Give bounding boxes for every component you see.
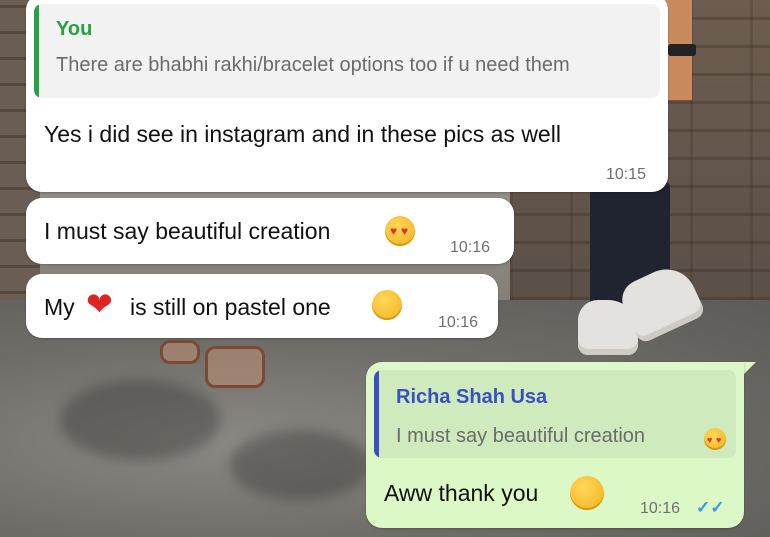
heart-eyes-emoji-icon: ♥ ♥: [704, 428, 726, 450]
quote-bar: [34, 4, 39, 98]
ground-stain: [230, 430, 370, 500]
heart-eyes-emoji-icon: ♥ ♥: [385, 216, 415, 246]
message-text: Yes i did see in instagram and in these …: [44, 121, 561, 147]
quote-bar: [374, 370, 379, 458]
message-time: 10:16: [438, 314, 479, 331]
message-time: 10:16: [640, 500, 681, 517]
reply-quote[interactable]: Richa Shah Usa I must say beautiful crea…: [374, 370, 736, 458]
sandal: [160, 340, 200, 364]
red-heart-icon: ❤: [86, 286, 113, 322]
smiling-emoji-icon: [570, 476, 604, 510]
ground-stain: [60, 380, 220, 460]
shy-emoji-icon: [372, 290, 402, 320]
sandal: [205, 346, 265, 388]
bubble-tail: [742, 362, 756, 376]
message-time: 10:15: [606, 166, 647, 183]
message-bubble[interactable]: You There are bhabhi rakhi/bracelet opti…: [26, 0, 668, 192]
message-text-end: is still on pastel one: [130, 294, 331, 320]
read-ticks-icon: ✓✓: [696, 498, 725, 517]
quote-text: There are bhabhi rakhi/bracelet options …: [56, 54, 570, 76]
message-bubble[interactable]: I must say beautiful creation ♥ ♥ 10:16: [26, 198, 514, 264]
message-text: Aww thank you: [384, 480, 539, 506]
watch: [668, 44, 696, 56]
message-text: I must say beautiful creation: [44, 218, 331, 244]
message-text-start: My: [44, 294, 75, 320]
quote-author: Richa Shah Usa: [396, 386, 548, 408]
quote-author: You: [56, 18, 93, 40]
message-time: 10:16: [450, 239, 491, 256]
reply-quote[interactable]: You There are bhabhi rakhi/bracelet opti…: [34, 4, 660, 98]
message-bubble[interactable]: My ❤ is still on pastel one 10:16: [26, 274, 498, 338]
message-bubble-outgoing[interactable]: Richa Shah Usa I must say beautiful crea…: [366, 362, 744, 528]
quote-text: I must say beautiful creation: [396, 425, 646, 447]
